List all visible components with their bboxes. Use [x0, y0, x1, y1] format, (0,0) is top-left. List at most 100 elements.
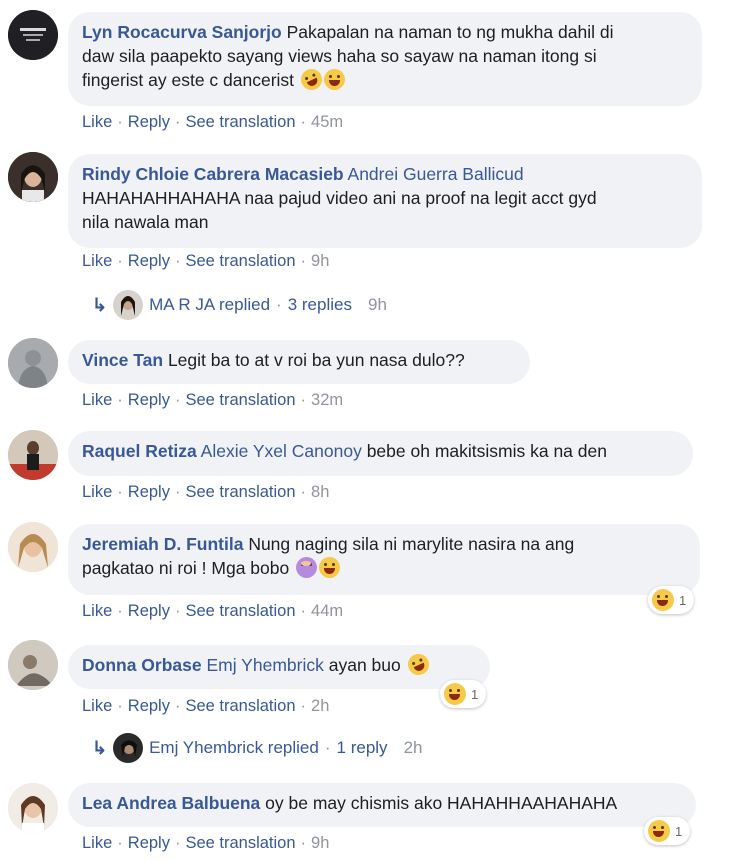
comment-author[interactable]: Lea Andrea Balbuena	[82, 793, 260, 813]
see-translation-link[interactable]: See translation	[185, 834, 295, 852]
timestamp[interactable]: 45m	[311, 113, 343, 131]
reaction-count: 1	[471, 686, 479, 702]
comment-text: ayan buo	[328, 655, 401, 675]
comment-bubble: Lyn Rocacurva Sanjorjo Pakapalan na nama…	[68, 12, 702, 106]
comment-actions: Like · Reply · See translation · 9h	[82, 252, 329, 271]
timestamp[interactable]: 2h	[311, 697, 329, 715]
comment-text: fingerist ay este c dancerist	[82, 70, 295, 90]
comment-bubble: Vince Tan Legit ba to at v roi ba yun na…	[68, 340, 530, 384]
separator: ·	[117, 252, 123, 270]
separator: ·	[174, 834, 181, 852]
separator: ·	[117, 391, 123, 409]
separator: ·	[117, 834, 123, 852]
replier-name: Emj Yhembrick replied	[149, 738, 319, 757]
avatar[interactable]	[8, 522, 58, 572]
comment-author[interactable]: Lyn Rocacurva Sanjorjo	[82, 22, 282, 42]
separator: ·	[300, 252, 307, 270]
comment-text: Pakapalan na naman to ng mukha dahil di	[286, 22, 614, 42]
comment-author[interactable]: Donna Orbase	[82, 655, 202, 675]
avatar[interactable]	[8, 640, 58, 690]
see-translation-link[interactable]: See translation	[185, 113, 295, 131]
separator: ·	[174, 113, 181, 131]
reaction-badge[interactable]: 1	[644, 817, 691, 845]
reply-count: 1 reply	[336, 738, 388, 757]
separator: ·	[174, 602, 181, 620]
like-link[interactable]: Like	[82, 113, 112, 131]
comment-author[interactable]: Rindy Chloie Cabrera Macasieb	[82, 164, 344, 184]
avatar[interactable]	[8, 430, 58, 480]
comment-text: bebe oh makitsismis ka na den	[366, 441, 607, 461]
comment-actions: Like · Reply · See translation · 44m	[82, 602, 343, 621]
see-translation-link[interactable]: See translation	[185, 602, 295, 620]
reaction-badge[interactable]: 1	[648, 586, 695, 614]
like-link[interactable]: Like	[82, 697, 112, 715]
reply-link[interactable]: Reply	[128, 834, 170, 852]
haha-reaction-icon	[444, 683, 466, 705]
timestamp[interactable]: 9h	[311, 252, 329, 270]
like-link[interactable]: Like	[82, 602, 112, 620]
comment-text: daw sila paapekto sayang views haha so s…	[82, 46, 597, 66]
separator: ·	[174, 252, 181, 270]
comment-author[interactable]: Raquel Retiza	[82, 441, 197, 461]
reply-link[interactable]: Reply	[128, 483, 170, 501]
timestamp[interactable]: 44m	[311, 602, 343, 620]
view-replies-link[interactable]: ↳ MA R JA replied · 3 replies 9h	[92, 290, 387, 320]
comment-actions: Like · Reply · See translation · 45m	[82, 113, 343, 132]
separator: ·	[174, 697, 181, 715]
see-translation-link[interactable]: See translation	[185, 391, 295, 409]
comment-text: pagkatao ni roi ! Mga bobo	[82, 558, 290, 578]
separator: ·	[300, 483, 307, 501]
like-link[interactable]: Like	[82, 391, 112, 409]
reply-link[interactable]: Reply	[128, 252, 170, 270]
reply-count: 3 replies	[287, 295, 352, 314]
avatar[interactable]	[8, 783, 58, 833]
avatar[interactable]	[8, 10, 58, 60]
avatar[interactable]	[8, 338, 58, 388]
avatar[interactable]	[8, 152, 58, 202]
comment-bubble: Jeremiah D. Funtila Nung naging sila ni …	[68, 524, 700, 595]
see-translation-link[interactable]: See translation	[185, 483, 295, 501]
separator: ·	[300, 113, 307, 131]
laughing-emoji-icon	[319, 557, 341, 578]
comment-text: oy be may chismis ako HAHAHHAAHAHAHA	[265, 793, 618, 813]
haha-reaction-icon	[652, 589, 674, 611]
see-translation-link[interactable]: See translation	[185, 697, 295, 715]
separator: ·	[174, 483, 181, 501]
mention-link[interactable]: Andrei Guerra Ballicud	[348, 164, 524, 184]
comment-text: nila nawala man	[82, 212, 209, 232]
view-replies-link[interactable]: ↳ Emj Yhembrick replied · 1 reply 2h	[92, 733, 422, 763]
separator: ·	[174, 391, 181, 409]
reaction-count: 1	[679, 592, 687, 608]
reply-link[interactable]: Reply	[128, 391, 170, 409]
timestamp[interactable]: 9h	[311, 834, 329, 852]
reply-arrow-icon: ↳	[92, 294, 108, 315]
separator: ·	[117, 113, 123, 131]
comment-actions: Like · Reply · See translation · 8h	[82, 483, 329, 502]
timestamp[interactable]: 32m	[311, 391, 343, 409]
timestamp[interactable]: 8h	[311, 483, 329, 501]
mention-link[interactable]: Alexie Yxel Canonoy	[201, 441, 362, 461]
laughing-emoji-icon	[323, 69, 345, 90]
comment-author[interactable]: Vince Tan	[82, 350, 163, 370]
reply-link[interactable]: Reply	[128, 697, 170, 715]
comment-text: HAHAHAHHAHAHA naa pajud video ani na pro…	[82, 188, 597, 208]
comment-author[interactable]: Jeremiah D. Funtila	[82, 534, 243, 554]
haha-reaction-icon	[648, 820, 670, 842]
like-link[interactable]: Like	[82, 252, 112, 270]
comment-text: Nung naging sila ni marylite nasira na a…	[248, 534, 575, 554]
like-link[interactable]: Like	[82, 834, 112, 852]
separator: ·	[276, 295, 282, 314]
reply-timestamp: 2h	[403, 738, 423, 757]
reply-link[interactable]: Reply	[128, 602, 170, 620]
mention-link[interactable]: Emj Yhembrick	[207, 655, 324, 675]
separator: ·	[300, 391, 307, 409]
comment-bubble: Donna Orbase Emj Yhembrick ayan buo	[68, 645, 490, 689]
reply-link[interactable]: Reply	[128, 113, 170, 131]
reaction-badge[interactable]: 1	[440, 680, 487, 708]
see-translation-link[interactable]: See translation	[185, 252, 295, 270]
like-link[interactable]: Like	[82, 483, 112, 501]
separator: ·	[324, 738, 331, 757]
person-facepalming-emoji-icon	[296, 557, 318, 578]
comment-actions: Like · Reply · See translation · 9h	[82, 834, 329, 853]
comment-bubble: Rindy Chloie Cabrera Macasieb Andrei Gue…	[68, 154, 702, 248]
